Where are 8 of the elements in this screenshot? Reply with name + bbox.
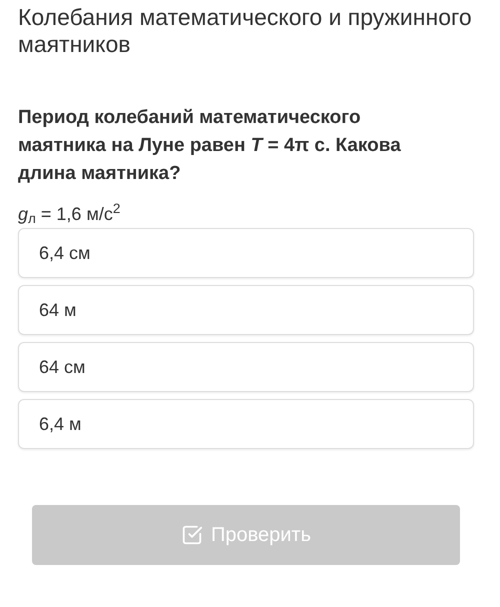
checkbox-icon <box>180 524 203 546</box>
page-title: Колебания математического и пружинного маятников <box>17 3 473 58</box>
answer-option[interactable]: 64 м <box>18 285 474 335</box>
formula-text: g$_{л}$ = 1,6 м/с$^{2}$ <box>17 202 122 226</box>
answer-option[interactable]: 64 см <box>18 342 474 392</box>
answer-option[interactable]: 6,4 см <box>18 228 474 278</box>
question-text: Период колебаний математического маятника на Луне равен T = 4π с. Какова длина маятника? <box>17 106 402 186</box>
answer-option[interactable]: 6,4 м <box>18 399 474 449</box>
